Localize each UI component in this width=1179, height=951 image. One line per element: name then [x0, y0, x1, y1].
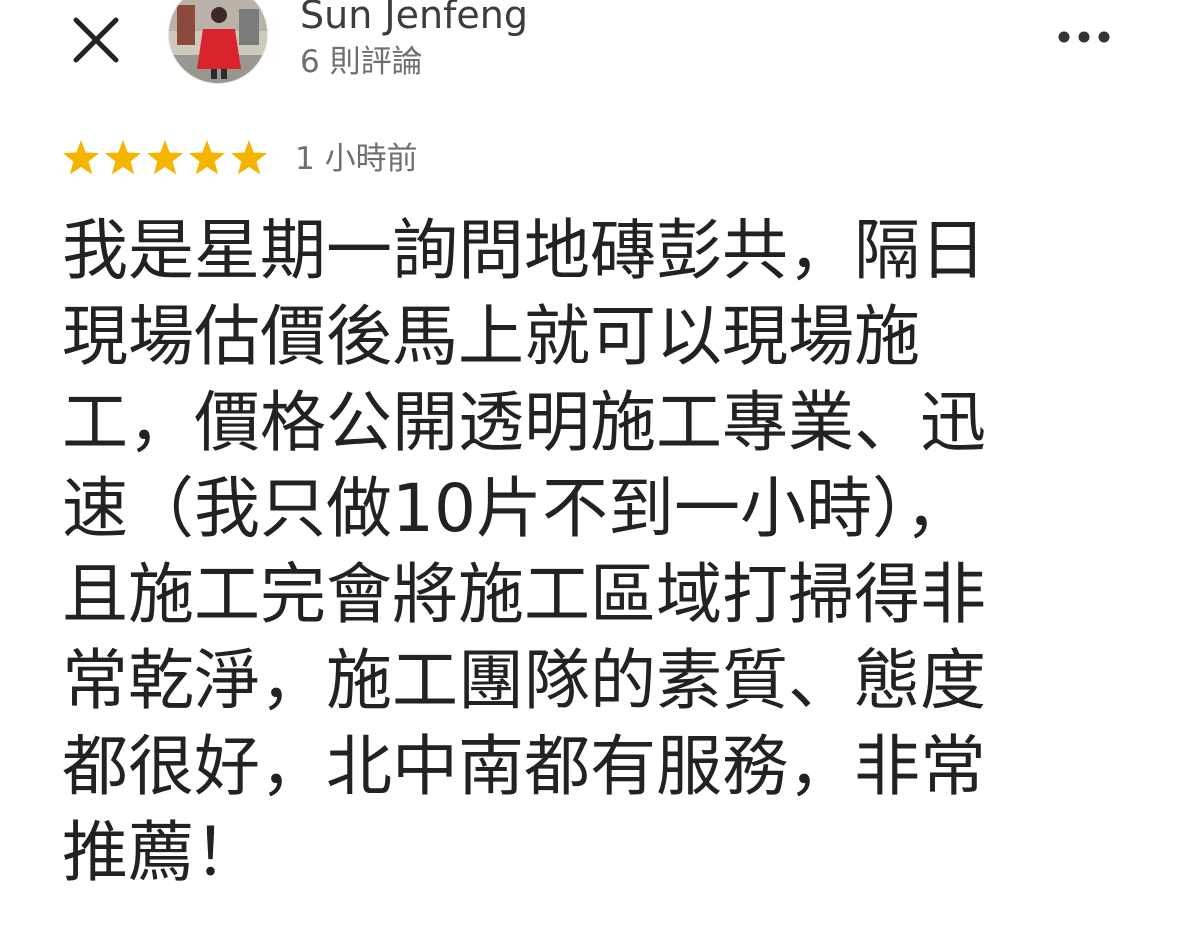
review-text: 我是星期一詢問地磚彭共，隔日 現場估價後馬上就可以現場施 工，價格公開透明施工專… — [62, 212, 986, 891]
review-header: Sun Jenfeng 6 則評論 — [0, 0, 1179, 110]
more-horizontal-icon — [1058, 31, 1110, 43]
reviewer-name[interactable]: Sun Jenfeng — [300, 0, 528, 38]
star-icon — [188, 140, 226, 175]
star-icon — [104, 140, 142, 175]
review-meta: 1 小時前 — [62, 136, 762, 182]
review-timestamp: 1 小時前 — [295, 141, 418, 177]
star-icon — [62, 140, 100, 175]
avatar[interactable] — [168, 0, 268, 84]
more-options-button[interactable] — [1052, 20, 1116, 54]
review-count: 6 則評論 — [300, 44, 423, 80]
close-icon — [73, 17, 119, 63]
star-rating — [62, 136, 272, 182]
star-icon — [230, 140, 268, 175]
star-icon — [146, 140, 184, 175]
close-button[interactable] — [66, 10, 126, 70]
